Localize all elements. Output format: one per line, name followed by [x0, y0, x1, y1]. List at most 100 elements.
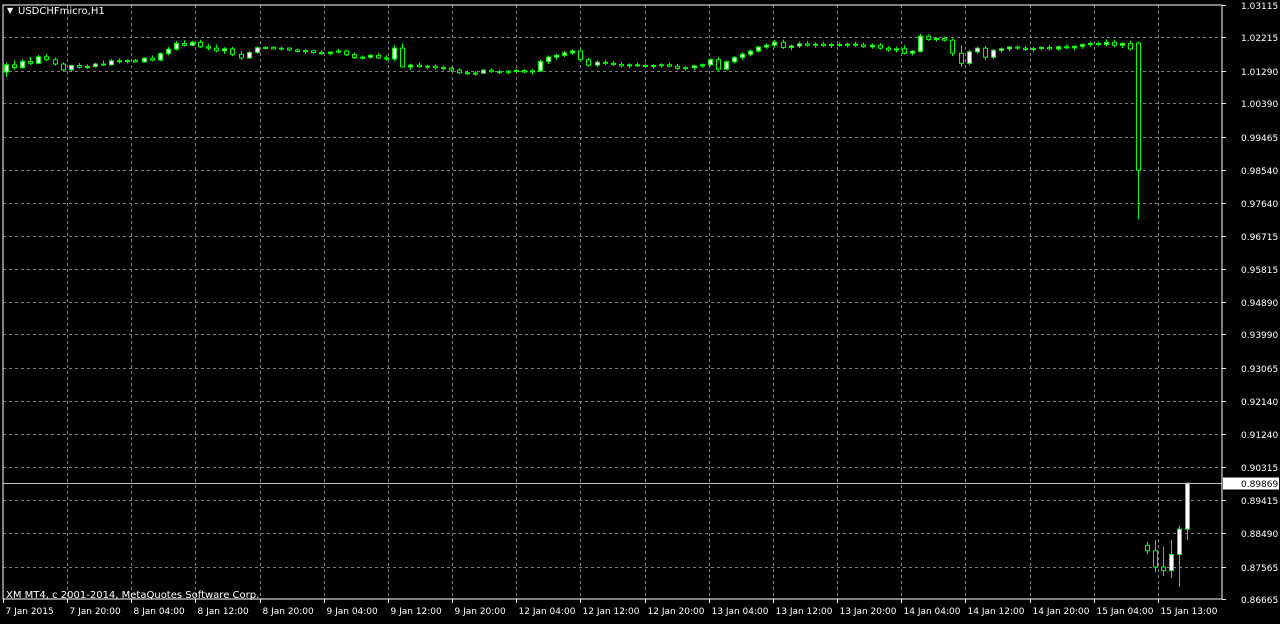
candle: [239, 51, 244, 60]
candle-body: [158, 53, 163, 61]
x-tick-label: 9 Jan 04:00: [327, 607, 379, 617]
y-tick-label: 1.00390: [1241, 100, 1278, 110]
candle-body: [1177, 528, 1182, 555]
candle: [975, 46, 980, 54]
candle: [829, 43, 834, 49]
candle-body: [489, 69, 494, 73]
candle-body: [619, 63, 624, 67]
candle: [861, 42, 866, 49]
candle: [1185, 482, 1190, 540]
candle-body: [311, 50, 316, 53]
y-tick-label: 0.96715: [1241, 233, 1278, 243]
candle-body: [991, 49, 996, 58]
x-tick-label: 14 Jan 04:00: [904, 607, 961, 617]
candle: [732, 56, 737, 64]
candle-body: [376, 54, 381, 59]
candle-body: [910, 50, 915, 54]
candle-body: [708, 59, 713, 66]
candle-body: [85, 66, 90, 69]
dropdown-triangle-icon[interactable]: ▼: [7, 6, 14, 15]
candle-body: [595, 61, 600, 66]
candle-body: [506, 70, 511, 73]
candle-body: [1080, 44, 1085, 47]
candle-body: [603, 61, 608, 64]
candle: [20, 59, 25, 69]
candle: [506, 70, 511, 75]
y-tick-label: 0.93990: [1241, 331, 1278, 341]
y-tick-label: 0.92140: [1241, 398, 1278, 408]
candle-body: [1047, 46, 1052, 50]
candle-body: [319, 51, 324, 55]
candle: [756, 45, 761, 53]
candle-body: [344, 50, 349, 56]
candlestick-chart[interactable]: 0.89869 1.03115 1.02215 1.01290 1.00390 0.99…: [0, 0, 1280, 620]
candle-body: [190, 41, 195, 46]
candle: [214, 44, 219, 53]
chart-window[interactable]: 0.89869 1.03115 1.02215 1.01290 1.00390 0.99…: [0, 0, 1280, 620]
candle-body: [142, 57, 147, 63]
y-tick-label: 0.99465: [1241, 134, 1278, 144]
x-tick-label: 7 Jan 20:00: [70, 607, 122, 617]
candle-body: [473, 72, 478, 75]
candle-body: [295, 49, 300, 52]
candle-body: [1031, 48, 1036, 51]
candle: [489, 68, 494, 74]
candle-body: [69, 64, 74, 71]
candle-body: [481, 69, 486, 74]
candle: [667, 62, 672, 68]
candle: [61, 62, 66, 72]
candle: [69, 64, 74, 72]
y-tick-label: 0.91240: [1241, 431, 1278, 441]
candle-body: [271, 46, 276, 50]
candle: [934, 37, 939, 42]
candle-body: [12, 64, 17, 69]
candle-body: [1039, 46, 1044, 50]
candle-body: [384, 57, 389, 60]
candle: [271, 45, 276, 50]
candle: [352, 52, 357, 59]
candle-body: [870, 44, 875, 48]
candle: [230, 46, 235, 57]
candle-body: [425, 65, 430, 68]
candle-body: [61, 63, 66, 71]
candle: [279, 46, 284, 51]
candle: [295, 48, 300, 53]
y-tick-label: 0.86665: [1241, 596, 1278, 606]
candle: [1088, 41, 1093, 47]
candle-body: [101, 63, 106, 66]
candle: [1120, 42, 1125, 49]
candle: [522, 69, 527, 74]
candle-body: [465, 72, 470, 75]
grid: [3, 5, 1222, 599]
candle-body: [942, 37, 947, 41]
candle: [182, 40, 187, 47]
candle-body: [530, 70, 535, 73]
candle-body: [263, 46, 268, 49]
candle: [700, 63, 705, 69]
candle: [740, 52, 745, 60]
candle: [870, 43, 875, 49]
candle: [133, 58, 138, 63]
candle: [959, 45, 964, 67]
candle: [222, 47, 227, 54]
candle-body: [368, 54, 373, 58]
candle-body: [133, 59, 138, 63]
candle-body: [206, 46, 211, 49]
candle: [538, 59, 543, 72]
candle-body: [303, 50, 308, 53]
candle-body: [352, 54, 357, 59]
candle: [1072, 45, 1077, 51]
candle-body: [433, 65, 438, 69]
candle-body: [1136, 42, 1141, 171]
candle-body: [635, 64, 640, 67]
candle: [651, 64, 656, 69]
candle-body: [902, 48, 907, 54]
candle: [748, 49, 753, 57]
candle: [772, 39, 777, 48]
candle: [166, 47, 171, 56]
candle: [142, 57, 147, 63]
candle: [36, 55, 41, 65]
candle: [1015, 45, 1020, 50]
candle: [578, 48, 583, 62]
x-tick-label: 14 Jan 12:00: [968, 607, 1025, 617]
